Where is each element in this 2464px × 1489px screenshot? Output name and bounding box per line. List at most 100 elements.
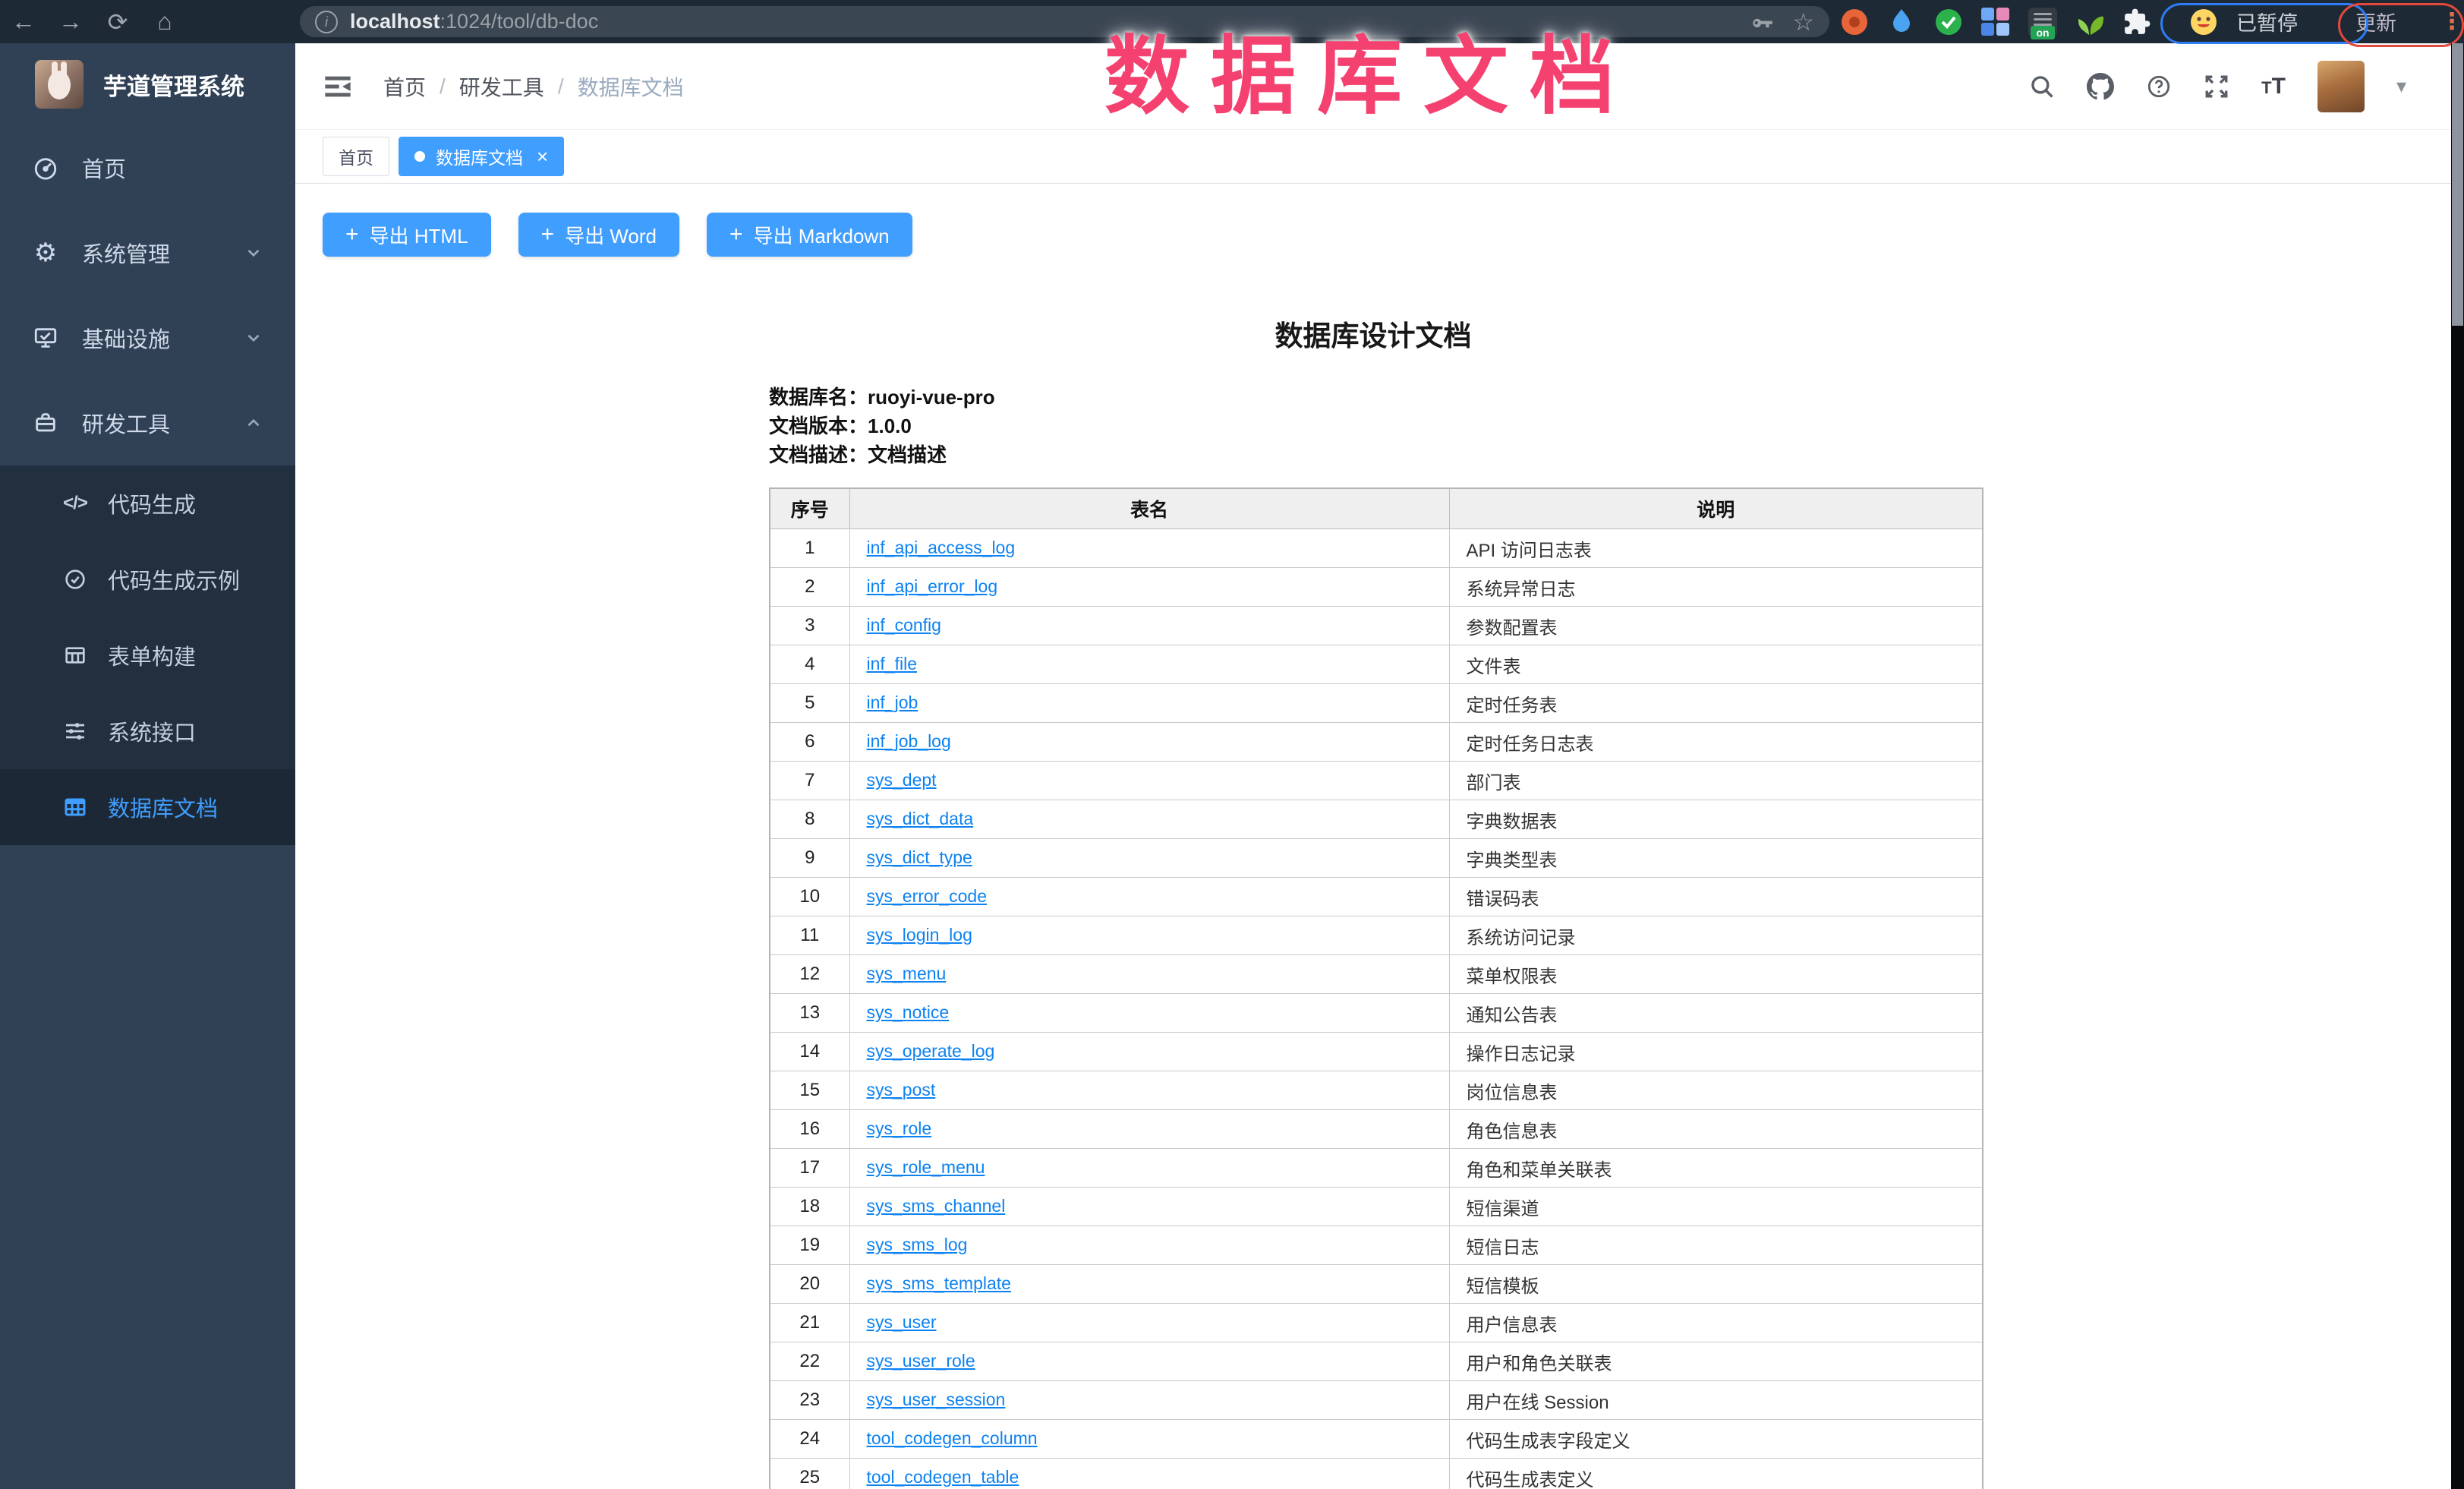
doc-table: 序号 表名 说明 1inf_api_access_logAPI 访问日志表2in… bbox=[769, 487, 1983, 1489]
tab-home[interactable]: 首页 bbox=[323, 137, 389, 176]
table-desc-cell: 字典数据表 bbox=[1449, 800, 1983, 839]
row-index: 10 bbox=[770, 878, 849, 916]
password-key-icon[interactable] bbox=[1750, 9, 1776, 35]
breadcrumb-home[interactable]: 首页 bbox=[383, 71, 426, 102]
export-word-button[interactable]: +导出 Word bbox=[518, 213, 679, 257]
table-row: 15sys_post岗位信息表 bbox=[770, 1071, 1983, 1110]
table-row: 4inf_file文件表 bbox=[770, 645, 1983, 684]
table-link[interactable]: sys_sms_channel bbox=[867, 1196, 1006, 1216]
table-link[interactable]: sys_notice bbox=[867, 1002, 950, 1022]
table-link[interactable]: sys_post bbox=[867, 1080, 936, 1099]
table-link[interactable]: sys_dict_data bbox=[867, 809, 974, 828]
sidebar-item-label: 代码生成示例 bbox=[108, 563, 240, 595]
table-link[interactable]: sys_user_session bbox=[867, 1390, 1006, 1409]
extension-check-icon[interactable] bbox=[1934, 8, 1963, 36]
browser-menu-icon[interactable]: ⋮ bbox=[2440, 18, 2463, 26]
table-desc-cell: 字典类型表 bbox=[1449, 839, 1983, 878]
table-desc-cell: 错误码表 bbox=[1449, 878, 1983, 916]
breadcrumb-current: 数据库文档 bbox=[578, 71, 684, 102]
doc-meta-line: 文档版本：1.0.0 bbox=[769, 412, 995, 440]
breadcrumb-devtools[interactable]: 研发工具 bbox=[459, 71, 544, 102]
sidebar-item-devtools[interactable]: 研发工具 bbox=[0, 380, 295, 465]
table-link[interactable]: sys_login_log bbox=[867, 925, 972, 945]
extension-puzzle-icon[interactable] bbox=[2122, 8, 2151, 36]
table-link[interactable]: sys_error_code bbox=[867, 886, 988, 906]
chevron-down-icon bbox=[244, 328, 263, 348]
page-content: +导出 HTML +导出 Word +导出 Markdown 数据库设计文档 数… bbox=[295, 184, 2464, 1489]
sidebar-collapse-icon[interactable] bbox=[323, 74, 353, 99]
browser-back-icon[interactable]: ← bbox=[0, 8, 47, 36]
row-index: 23 bbox=[770, 1381, 849, 1420]
browser-update-button[interactable]: 更新 bbox=[2355, 7, 2396, 36]
row-index: 20 bbox=[770, 1265, 849, 1304]
table-link[interactable]: inf_job_log bbox=[867, 731, 951, 751]
table-link[interactable]: sys_user bbox=[867, 1312, 937, 1332]
table-link[interactable]: sys_user_role bbox=[867, 1351, 975, 1371]
table-link[interactable]: inf_job bbox=[867, 692, 918, 712]
table-link[interactable]: sys_operate_log bbox=[867, 1041, 995, 1061]
extension-orange-icon[interactable] bbox=[1840, 8, 1869, 36]
table-link[interactable]: inf_api_error_log bbox=[867, 576, 998, 596]
profile-emoji-icon[interactable] bbox=[2189, 8, 2218, 36]
extension-on-icon[interactable]: on bbox=[2028, 8, 2057, 36]
table-link[interactable]: sys_role bbox=[867, 1118, 932, 1138]
table-link[interactable]: tool_codegen_column bbox=[867, 1428, 1038, 1448]
sidebar-item-system[interactable]: ⚙ 系统管理 bbox=[0, 210, 295, 295]
devtools-submenu: </> 代码生成 代码生成示例 表单构建 bbox=[0, 465, 295, 845]
browser-scrollbar[interactable] bbox=[2451, 43, 2464, 1489]
table-link[interactable]: sys_dept bbox=[867, 770, 937, 790]
table-link[interactable]: inf_config bbox=[867, 615, 941, 635]
table-link[interactable]: sys_sms_log bbox=[867, 1235, 968, 1254]
extension-grid-icon[interactable] bbox=[1981, 8, 2010, 36]
table-name-cell: inf_api_access_log bbox=[849, 529, 1449, 568]
tags-view-bar: 首页 数据库文档 × bbox=[295, 130, 2464, 184]
table-header-row: 序号 表名 说明 bbox=[770, 488, 1983, 529]
url-text: localhost:1024/tool/db-doc bbox=[350, 10, 598, 33]
sidebar-item-db-doc[interactable]: 数据库文档 bbox=[0, 769, 295, 845]
tab-db-doc[interactable]: 数据库文档 × bbox=[399, 137, 564, 176]
table-row: 8sys_dict_data字典数据表 bbox=[770, 800, 1983, 839]
table-name-cell: inf_job_log bbox=[849, 723, 1449, 762]
site-info-icon[interactable]: i bbox=[315, 11, 338, 33]
sidebar-item-codegen[interactable]: </> 代码生成 bbox=[0, 465, 295, 541]
table-desc-cell: 文件表 bbox=[1449, 645, 1983, 684]
sidebar-item-form-builder[interactable]: 表单构建 bbox=[0, 617, 295, 693]
table-link[interactable]: sys_dict_type bbox=[867, 847, 972, 867]
search-icon[interactable] bbox=[2029, 74, 2055, 99]
user-avatar[interactable] bbox=[2317, 61, 2365, 112]
scrollbar-thumb[interactable] bbox=[2452, 43, 2463, 326]
table-desc-cell: 角色和菜单关联表 bbox=[1449, 1149, 1983, 1188]
table-link[interactable]: inf_api_access_log bbox=[867, 538, 1016, 557]
help-icon[interactable] bbox=[2146, 74, 2172, 99]
bookmark-star-icon[interactable]: ☆ bbox=[1792, 8, 1814, 36]
logo[interactable]: 芋道管理系统 bbox=[0, 43, 295, 125]
table-link[interactable]: sys_sms_template bbox=[867, 1273, 1011, 1293]
form-grid-icon bbox=[62, 642, 88, 668]
export-html-button[interactable]: +导出 HTML bbox=[323, 213, 491, 257]
github-icon[interactable] bbox=[2087, 73, 2114, 100]
avatar-caret-icon[interactable]: ▾ bbox=[2396, 74, 2406, 98]
table-desc-cell: 参数配置表 bbox=[1449, 607, 1983, 645]
sidebar-item-infra[interactable]: 基础设施 bbox=[0, 295, 295, 380]
row-index: 21 bbox=[770, 1304, 849, 1342]
table-link[interactable]: sys_menu bbox=[867, 964, 947, 983]
browser-home-icon[interactable]: ⌂ bbox=[141, 8, 188, 36]
tab-close-icon[interactable]: × bbox=[537, 147, 548, 166]
sidebar-item-label: 基础设施 bbox=[82, 322, 170, 354]
sidebar-item-home[interactable]: 首页 bbox=[0, 125, 295, 210]
table-link[interactable]: tool_codegen_table bbox=[867, 1467, 1019, 1487]
export-markdown-button[interactable]: +导出 Markdown bbox=[707, 213, 912, 257]
table-row: 2inf_api_error_log系统异常日志 bbox=[770, 568, 1983, 607]
annotation-watermark-text: 数据库文档 bbox=[1078, 8, 1662, 131]
font-size-icon[interactable]: TT bbox=[2261, 74, 2286, 99]
fullscreen-icon[interactable] bbox=[2204, 74, 2229, 99]
extension-drop-icon[interactable] bbox=[1887, 8, 1916, 36]
table-link[interactable]: sys_role_menu bbox=[867, 1157, 985, 1177]
table-desc-cell: 代码生成表定义 bbox=[1449, 1459, 1983, 1489]
browser-reload-icon[interactable]: ⟳ bbox=[94, 8, 141, 36]
table-link[interactable]: inf_file bbox=[867, 654, 917, 674]
sidebar-item-codegen-demo[interactable]: 代码生成示例 bbox=[0, 541, 295, 617]
extension-leaf-icon[interactable] bbox=[2075, 8, 2104, 36]
browser-forward-icon[interactable]: → bbox=[47, 8, 94, 36]
sidebar-item-api[interactable]: 系统接口 bbox=[0, 693, 295, 769]
